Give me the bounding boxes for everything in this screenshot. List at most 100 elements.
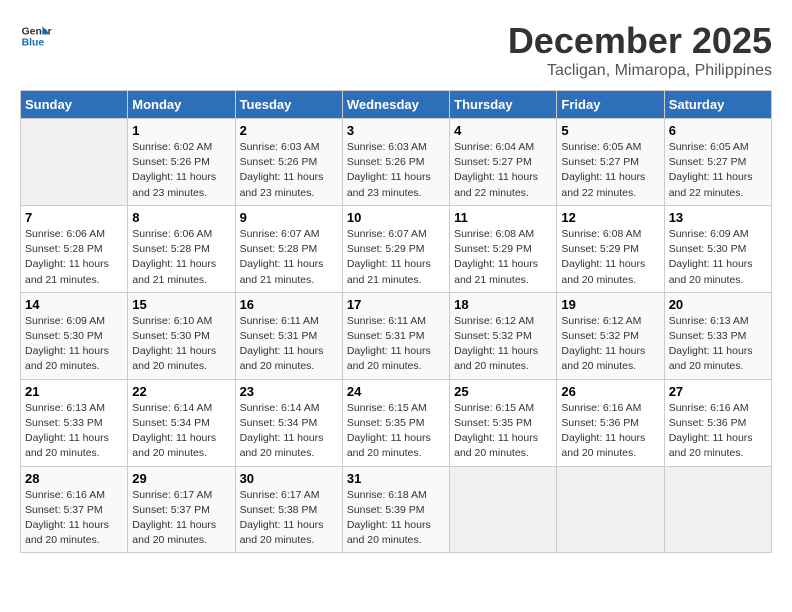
calendar-week-row: 28 Sunrise: 6:16 AMSunset: 5:37 PMDayligh… xyxy=(21,466,772,553)
svg-text:Blue: Blue xyxy=(22,38,45,49)
calendar-day-cell: 17Sunrise: 6:11 AMSunset: 5:31 PMDayligh… xyxy=(342,292,449,379)
weekday-header-cell: Monday xyxy=(128,91,235,119)
day-info: Sunrise: 6:17 AMSunset: 5:37 PMDaylight:… xyxy=(132,488,230,549)
calendar-day-cell: 4 Sunrise: 6:04 AMSunset: 5:27 PMDaylight… xyxy=(450,119,557,206)
calendar-day-cell: 5Sunrise: 6:05 AMSunset: 5:27 PMDaylight… xyxy=(557,119,664,206)
month-year-title: December 2025 xyxy=(508,20,772,62)
day-number: 19 xyxy=(561,297,659,312)
calendar-day-cell: 8 Sunrise: 6:06 AMSunset: 5:28 PMDaylight… xyxy=(128,205,235,292)
day-number: 22 xyxy=(132,384,230,399)
calendar-day-cell xyxy=(21,119,128,206)
calendar-body: 1Sunrise: 6:02 AMSunset: 5:26 PMDaylight… xyxy=(21,119,772,553)
day-info: Sunrise: 6:06 AMSunset: 5:28 PMDaylight:… xyxy=(132,227,230,288)
day-number: 16 xyxy=(240,297,338,312)
calendar-week-row: 1Sunrise: 6:02 AMSunset: 5:26 PMDaylight… xyxy=(21,119,772,206)
calendar-day-cell: 13Sunrise: 6:09 AMSunset: 5:30 PMDayligh… xyxy=(664,205,771,292)
weekday-header-cell: Friday xyxy=(557,91,664,119)
day-number: 11 xyxy=(454,210,552,225)
day-info: Sunrise: 6:11 AMSunset: 5:31 PMDaylight:… xyxy=(240,314,338,375)
calendar-day-cell: 25 Sunrise: 6:15 AMSunset: 5:35 PMDayligh… xyxy=(450,379,557,466)
calendar-day-cell: 31 Sunrise: 6:18 AMSunset: 5:39 PMDayligh… xyxy=(342,466,449,553)
day-info: Sunrise: 6:14 AMSunset: 5:34 PMDaylight:… xyxy=(240,401,338,462)
calendar-day-cell: 9 Sunrise: 6:07 AMSunset: 5:28 PMDaylight… xyxy=(235,205,342,292)
day-info: Sunrise: 6:04 AMSunset: 5:27 PMDaylight:… xyxy=(454,140,552,201)
calendar-day-cell: 11 Sunrise: 6:08 AMSunset: 5:29 PMDayligh… xyxy=(450,205,557,292)
day-number: 12 xyxy=(561,210,659,225)
day-info: Sunrise: 6:02 AMSunset: 5:26 PMDaylight:… xyxy=(132,140,230,201)
calendar-day-cell: 15Sunrise: 6:10 AMSunset: 5:30 PMDayligh… xyxy=(128,292,235,379)
day-number: 25 xyxy=(454,384,552,399)
calendar-day-cell: 10 Sunrise: 6:07 AMSunset: 5:29 PMDayligh… xyxy=(342,205,449,292)
calendar-day-cell: 19 Sunrise: 6:12 AMSunset: 5:32 PMDayligh… xyxy=(557,292,664,379)
day-number: 4 xyxy=(454,123,552,138)
day-number: 9 xyxy=(240,210,338,225)
calendar-day-cell: 30 Sunrise: 6:17 AMSunset: 5:38 PMDayligh… xyxy=(235,466,342,553)
day-info: Sunrise: 6:13 AMSunset: 5:33 PMDaylight:… xyxy=(25,401,123,462)
day-info: Sunrise: 6:10 AMSunset: 5:30 PMDaylight:… xyxy=(132,314,230,375)
day-number: 21 xyxy=(25,384,123,399)
day-number: 30 xyxy=(240,471,338,486)
day-info: Sunrise: 6:05 AMSunset: 5:27 PMDaylight:… xyxy=(669,140,767,201)
day-number: 31 xyxy=(347,471,445,486)
day-number: 10 xyxy=(347,210,445,225)
calendar-week-row: 7 Sunrise: 6:06 AMSunset: 5:28 PMDaylight… xyxy=(21,205,772,292)
weekday-header-cell: Thursday xyxy=(450,91,557,119)
day-info: Sunrise: 6:03 AMSunset: 5:26 PMDaylight:… xyxy=(347,140,445,201)
day-info: Sunrise: 6:06 AMSunset: 5:28 PMDaylight:… xyxy=(25,227,123,288)
day-info: Sunrise: 6:16 AMSunset: 5:36 PMDaylight:… xyxy=(561,401,659,462)
calendar-day-cell: 18 Sunrise: 6:12 AMSunset: 5:32 PMDayligh… xyxy=(450,292,557,379)
calendar-day-cell: 16 Sunrise: 6:11 AMSunset: 5:31 PMDayligh… xyxy=(235,292,342,379)
calendar-day-cell: 1Sunrise: 6:02 AMSunset: 5:26 PMDaylight… xyxy=(128,119,235,206)
calendar-day-cell: 28 Sunrise: 6:16 AMSunset: 5:37 PMDayligh… xyxy=(21,466,128,553)
day-number: 17 xyxy=(347,297,445,312)
day-number: 28 xyxy=(25,471,123,486)
calendar-day-cell: 20Sunrise: 6:13 AMSunset: 5:33 PMDayligh… xyxy=(664,292,771,379)
logo-icon: General Blue xyxy=(20,20,52,52)
calendar-day-cell: 3Sunrise: 6:03 AMSunset: 5:26 PMDaylight… xyxy=(342,119,449,206)
day-number: 5 xyxy=(561,123,659,138)
day-info: Sunrise: 6:07 AMSunset: 5:28 PMDaylight:… xyxy=(240,227,338,288)
day-number: 24 xyxy=(347,384,445,399)
day-number: 8 xyxy=(132,210,230,225)
day-number: 18 xyxy=(454,297,552,312)
day-info: Sunrise: 6:14 AMSunset: 5:34 PMDaylight:… xyxy=(132,401,230,462)
day-info: Sunrise: 6:12 AMSunset: 5:32 PMDaylight:… xyxy=(454,314,552,375)
day-info: Sunrise: 6:03 AMSunset: 5:26 PMDaylight:… xyxy=(240,140,338,201)
calendar-week-row: 14Sunrise: 6:09 AMSunset: 5:30 PMDayligh… xyxy=(21,292,772,379)
day-number: 13 xyxy=(669,210,767,225)
calendar-day-cell: 29 Sunrise: 6:17 AMSunset: 5:37 PMDayligh… xyxy=(128,466,235,553)
weekday-header-cell: Saturday xyxy=(664,91,771,119)
day-info: Sunrise: 6:08 AMSunset: 5:29 PMDaylight:… xyxy=(454,227,552,288)
day-number: 26 xyxy=(561,384,659,399)
day-info: Sunrise: 6:17 AMSunset: 5:38 PMDaylight:… xyxy=(240,488,338,549)
calendar-day-cell xyxy=(664,466,771,553)
day-number: 23 xyxy=(240,384,338,399)
calendar-day-cell: 22 Sunrise: 6:14 AMSunset: 5:34 PMDayligh… xyxy=(128,379,235,466)
calendar-day-cell: 24 Sunrise: 6:15 AMSunset: 5:35 PMDayligh… xyxy=(342,379,449,466)
day-info: Sunrise: 6:16 AMSunset: 5:37 PMDaylight:… xyxy=(25,488,123,549)
day-info: Sunrise: 6:08 AMSunset: 5:29 PMDaylight:… xyxy=(561,227,659,288)
day-info: Sunrise: 6:18 AMSunset: 5:39 PMDaylight:… xyxy=(347,488,445,549)
day-number: 29 xyxy=(132,471,230,486)
calendar-day-cell xyxy=(557,466,664,553)
weekday-header-row: SundayMondayTuesdayWednesdayThursdayFrid… xyxy=(21,91,772,119)
day-number: 20 xyxy=(669,297,767,312)
day-number: 14 xyxy=(25,297,123,312)
day-info: Sunrise: 6:12 AMSunset: 5:32 PMDaylight:… xyxy=(561,314,659,375)
day-info: Sunrise: 6:15 AMSunset: 5:35 PMDaylight:… xyxy=(347,401,445,462)
day-number: 6 xyxy=(669,123,767,138)
calendar-day-cell: 7 Sunrise: 6:06 AMSunset: 5:28 PMDaylight… xyxy=(21,205,128,292)
calendar-week-row: 21 Sunrise: 6:13 AMSunset: 5:33 PMDayligh… xyxy=(21,379,772,466)
calendar-day-cell: 14Sunrise: 6:09 AMSunset: 5:30 PMDayligh… xyxy=(21,292,128,379)
calendar-day-cell: 21 Sunrise: 6:13 AMSunset: 5:33 PMDayligh… xyxy=(21,379,128,466)
weekday-header-cell: Tuesday xyxy=(235,91,342,119)
day-info: Sunrise: 6:07 AMSunset: 5:29 PMDaylight:… xyxy=(347,227,445,288)
logo: General Blue xyxy=(20,20,52,52)
page-header: General Blue December 2025 Tacligan, Mim… xyxy=(20,20,772,80)
day-info: Sunrise: 6:15 AMSunset: 5:35 PMDaylight:… xyxy=(454,401,552,462)
title-section: December 2025 Tacligan, Mimaropa, Philip… xyxy=(508,20,772,80)
weekday-header-cell: Wednesday xyxy=(342,91,449,119)
day-number: 27 xyxy=(669,384,767,399)
calendar-table: SundayMondayTuesdayWednesdayThursdayFrid… xyxy=(20,90,772,553)
day-number: 7 xyxy=(25,210,123,225)
